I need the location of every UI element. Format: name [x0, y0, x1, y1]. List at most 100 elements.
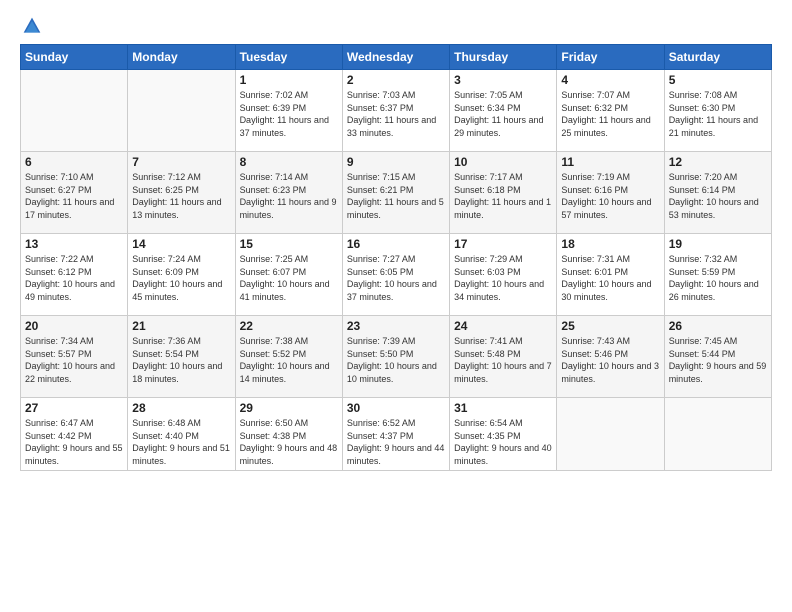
week-row-2: 6 Sunrise: 7:10 AM Sunset: 6:27 PM Daylig…: [21, 152, 772, 234]
day-info: Sunrise: 7:14 AM Sunset: 6:23 PM Dayligh…: [240, 171, 338, 221]
day-cell: 10Sunrise: 7:17 AM Sunset: 6:18 PM Dayli…: [450, 152, 557, 234]
day-info: Sunrise: 7:32 AM Sunset: 5:59 PM Dayligh…: [669, 253, 767, 303]
day-cell: 19 Sunrise: 7:32 AM Sunset: 5:59 PM Dayli…: [664, 234, 771, 316]
day-cell: [664, 398, 771, 471]
day-cell: 25 Sunrise: 7:43 AM Sunset: 5:46 PM Dayli…: [557, 316, 664, 398]
day-info: Sunrise: 7:12 AM Sunset: 6:25 PM Dayligh…: [132, 171, 230, 221]
day-cell: 18Sunrise: 7:31 AM Sunset: 6:01 PM Dayli…: [557, 234, 664, 316]
day-cell: 17 Sunrise: 7:29 AM Sunset: 6:03 PM Dayli…: [450, 234, 557, 316]
day-number: 5: [669, 73, 767, 87]
day-number: 16: [347, 237, 445, 251]
weekday-header-sunday: Sunday: [21, 45, 128, 70]
day-info: Sunrise: 7:05 AM Sunset: 6:34 PM Dayligh…: [454, 89, 552, 139]
day-number: 15: [240, 237, 338, 251]
day-number: 30: [347, 401, 445, 415]
day-info: Sunrise: 7:41 AM Sunset: 5:48 PM Dayligh…: [454, 335, 552, 385]
calendar: SundayMondayTuesdayWednesdayThursdayFrid…: [20, 44, 772, 471]
weekday-header-monday: Monday: [128, 45, 235, 70]
day-cell: 12 Sunrise: 7:20 AM Sunset: 6:14 PM Dayli…: [664, 152, 771, 234]
day-cell: 1 Sunrise: 7:02 AM Sunset: 6:39 PM Daylig…: [235, 70, 342, 152]
day-number: 17: [454, 237, 552, 251]
day-info: Sunrise: 7:10 AM Sunset: 6:27 PM Dayligh…: [25, 171, 123, 221]
day-number: 12: [669, 155, 767, 169]
day-number: 26: [669, 319, 767, 333]
day-info: Sunrise: 7:27 AM Sunset: 6:05 PM Dayligh…: [347, 253, 445, 303]
day-number: 10: [454, 155, 552, 169]
day-cell: 28 Sunrise: 6:48 AM Sunset: 4:40 PM Dayli…: [128, 398, 235, 471]
day-cell: 26 Sunrise: 7:45 AM Sunset: 5:44 PM Dayli…: [664, 316, 771, 398]
week-row-1: 1 Sunrise: 7:02 AM Sunset: 6:39 PM Daylig…: [21, 70, 772, 152]
day-number: 1: [240, 73, 338, 87]
day-number: 28: [132, 401, 230, 415]
weekday-header-saturday: Saturday: [664, 45, 771, 70]
day-info: Sunrise: 7:31 AM Sunset: 6:01 PM Dayligh…: [561, 253, 659, 303]
day-number: 22: [240, 319, 338, 333]
day-cell: 9 Sunrise: 7:15 AM Sunset: 6:21 PM Daylig…: [342, 152, 449, 234]
day-number: 23: [347, 319, 445, 333]
day-cell: 5 Sunrise: 7:08 AM Sunset: 6:30 PM Daylig…: [664, 70, 771, 152]
day-cell: 23Sunrise: 7:39 AM Sunset: 5:50 PM Dayli…: [342, 316, 449, 398]
day-number: 19: [669, 237, 767, 251]
day-cell: 3 Sunrise: 7:05 AM Sunset: 6:34 PM Daylig…: [450, 70, 557, 152]
logo-icon: [22, 16, 42, 36]
day-cell: 24 Sunrise: 7:41 AM Sunset: 5:48 PM Dayli…: [450, 316, 557, 398]
week-row-4: 20Sunrise: 7:34 AM Sunset: 5:57 PM Dayli…: [21, 316, 772, 398]
day-cell: 6 Sunrise: 7:10 AM Sunset: 6:27 PM Daylig…: [21, 152, 128, 234]
day-info: Sunrise: 7:36 AM Sunset: 5:54 PM Dayligh…: [132, 335, 230, 385]
day-cell: 2 Sunrise: 7:03 AM Sunset: 6:37 PM Daylig…: [342, 70, 449, 152]
day-info: Sunrise: 7:24 AM Sunset: 6:09 PM Dayligh…: [132, 253, 230, 303]
week-row-3: 13 Sunrise: 7:22 AM Sunset: 6:12 PM Dayli…: [21, 234, 772, 316]
day-cell: 8 Sunrise: 7:14 AM Sunset: 6:23 PM Daylig…: [235, 152, 342, 234]
day-number: 29: [240, 401, 338, 415]
day-info: Sunrise: 6:50 AM Sunset: 4:38 PM Dayligh…: [240, 417, 338, 467]
weekday-header-thursday: Thursday: [450, 45, 557, 70]
day-number: 3: [454, 73, 552, 87]
header: [20, 16, 772, 36]
day-info: Sunrise: 7:34 AM Sunset: 5:57 PM Dayligh…: [25, 335, 123, 385]
logo: [20, 16, 42, 36]
day-info: Sunrise: 6:48 AM Sunset: 4:40 PM Dayligh…: [132, 417, 230, 467]
day-info: Sunrise: 6:47 AM Sunset: 4:42 PM Dayligh…: [25, 417, 123, 467]
day-cell: 21Sunrise: 7:36 AM Sunset: 5:54 PM Dayli…: [128, 316, 235, 398]
day-number: 31: [454, 401, 552, 415]
day-info: Sunrise: 7:38 AM Sunset: 5:52 PM Dayligh…: [240, 335, 338, 385]
day-info: Sunrise: 7:29 AM Sunset: 6:03 PM Dayligh…: [454, 253, 552, 303]
day-number: 13: [25, 237, 123, 251]
day-number: 11: [561, 155, 659, 169]
weekday-header-wednesday: Wednesday: [342, 45, 449, 70]
day-info: Sunrise: 7:43 AM Sunset: 5:46 PM Dayligh…: [561, 335, 659, 385]
day-cell: [557, 398, 664, 471]
day-cell: 29 Sunrise: 6:50 AM Sunset: 4:38 PM Dayli…: [235, 398, 342, 471]
day-number: 24: [454, 319, 552, 333]
day-cell: 22 Sunrise: 7:38 AM Sunset: 5:52 PM Dayli…: [235, 316, 342, 398]
day-number: 6: [25, 155, 123, 169]
day-number: 27: [25, 401, 123, 415]
week-row-5: 27 Sunrise: 6:47 AM Sunset: 4:42 PM Dayli…: [21, 398, 772, 471]
day-cell: 27 Sunrise: 6:47 AM Sunset: 4:42 PM Dayli…: [21, 398, 128, 471]
day-cell: 31Sunrise: 6:54 AM Sunset: 4:35 PM Dayli…: [450, 398, 557, 471]
day-number: 8: [240, 155, 338, 169]
day-cell: 15 Sunrise: 7:25 AM Sunset: 6:07 PM Dayli…: [235, 234, 342, 316]
day-info: Sunrise: 7:03 AM Sunset: 6:37 PM Dayligh…: [347, 89, 445, 139]
day-cell: 16 Sunrise: 7:27 AM Sunset: 6:05 PM Dayli…: [342, 234, 449, 316]
day-info: Sunrise: 7:15 AM Sunset: 6:21 PM Dayligh…: [347, 171, 445, 221]
page: SundayMondayTuesdayWednesdayThursdayFrid…: [0, 0, 792, 481]
day-number: 9: [347, 155, 445, 169]
day-cell: [128, 70, 235, 152]
day-info: Sunrise: 7:20 AM Sunset: 6:14 PM Dayligh…: [669, 171, 767, 221]
day-cell: 30 Sunrise: 6:52 AM Sunset: 4:37 PM Dayli…: [342, 398, 449, 471]
day-cell: 13 Sunrise: 7:22 AM Sunset: 6:12 PM Dayli…: [21, 234, 128, 316]
weekday-header-friday: Friday: [557, 45, 664, 70]
day-info: Sunrise: 6:52 AM Sunset: 4:37 PM Dayligh…: [347, 417, 445, 467]
day-number: 2: [347, 73, 445, 87]
day-number: 25: [561, 319, 659, 333]
day-number: 14: [132, 237, 230, 251]
weekday-header-row: SundayMondayTuesdayWednesdayThursdayFrid…: [21, 45, 772, 70]
day-cell: 4Sunrise: 7:07 AM Sunset: 6:32 PM Daylig…: [557, 70, 664, 152]
day-info: Sunrise: 7:25 AM Sunset: 6:07 PM Dayligh…: [240, 253, 338, 303]
day-info: Sunrise: 7:45 AM Sunset: 5:44 PM Dayligh…: [669, 335, 767, 385]
day-info: Sunrise: 7:08 AM Sunset: 6:30 PM Dayligh…: [669, 89, 767, 139]
day-info: Sunrise: 7:02 AM Sunset: 6:39 PM Dayligh…: [240, 89, 338, 139]
day-cell: 20Sunrise: 7:34 AM Sunset: 5:57 PM Dayli…: [21, 316, 128, 398]
day-info: Sunrise: 7:22 AM Sunset: 6:12 PM Dayligh…: [25, 253, 123, 303]
